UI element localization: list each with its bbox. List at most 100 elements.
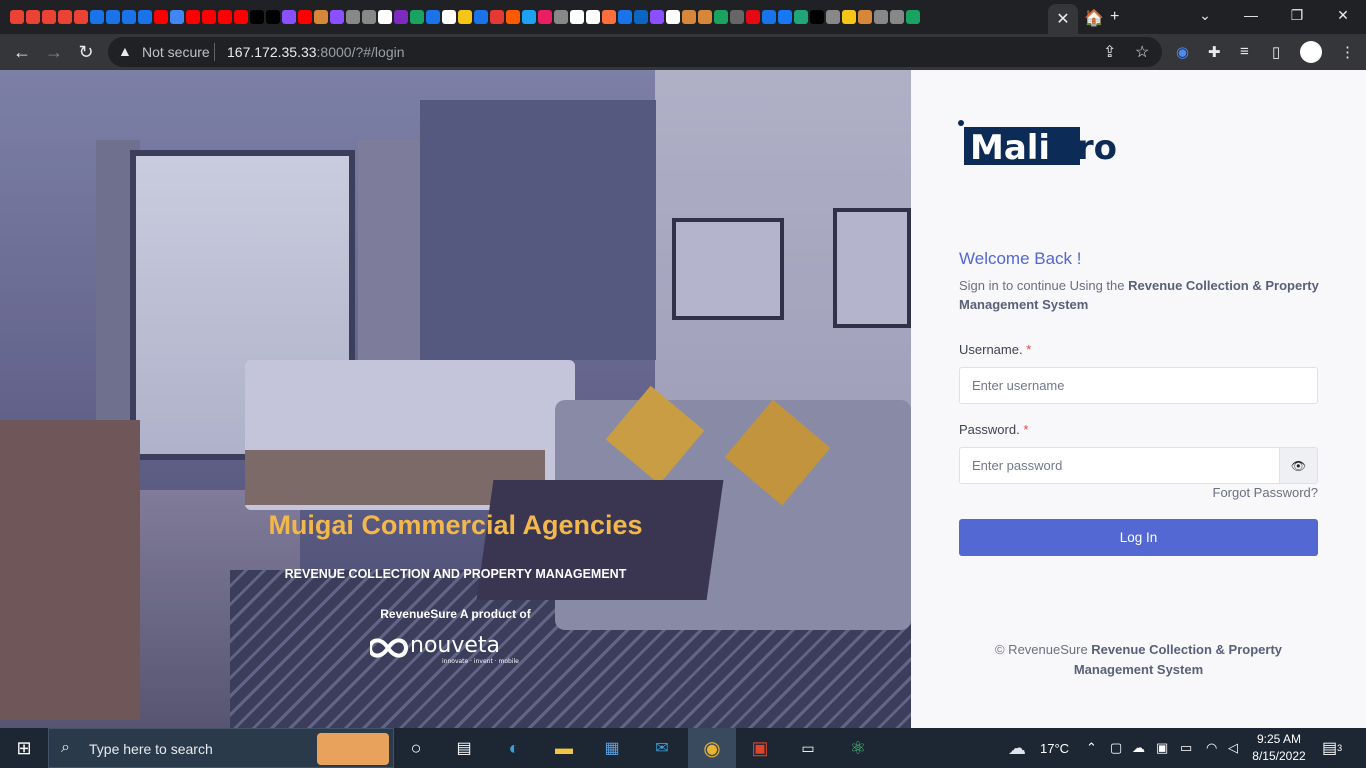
edge-icon[interactable]: ◐ (494, 728, 534, 768)
reload-icon[interactable]: ↻ (74, 40, 98, 64)
widgets-icon[interactable]: ▤ (444, 728, 484, 768)
tab-favicon-icon[interactable] (842, 10, 856, 24)
tab-favicon-icon[interactable] (410, 10, 424, 24)
forgot-password-link[interactable]: Forgot Password? (1161, 485, 1319, 500)
tab-favicon-icon[interactable] (490, 10, 504, 24)
security-label[interactable]: Not secure (142, 44, 210, 60)
tab-favicon-icon[interactable] (538, 10, 552, 24)
tab-favicon-icon[interactable] (58, 10, 72, 24)
tab-favicon-icon[interactable] (650, 10, 664, 24)
tab-favicon-icon[interactable] (122, 10, 136, 24)
tab-favicon-icon[interactable] (602, 10, 616, 24)
tab-favicon-icon[interactable] (106, 10, 120, 24)
tab-favicon-icon[interactable] (362, 10, 376, 24)
password-input[interactable] (959, 447, 1280, 484)
tab-favicon-icon[interactable] (666, 10, 680, 24)
tab-favicon-home-icon[interactable]: 🏠 (1084, 8, 1104, 28)
tab-favicon-icon[interactable] (762, 10, 776, 24)
start-windows-icon[interactable]: ⊞ (0, 728, 48, 768)
tab-favicon-icon[interactable] (442, 10, 456, 24)
profile-avatar[interactable] (1300, 41, 1322, 63)
tab-favicon-icon[interactable] (298, 10, 312, 24)
tab-favicon-icon[interactable] (634, 10, 648, 24)
tab-favicon-icon[interactable] (378, 10, 392, 24)
show-password-eye-icon[interactable]: 👁 (1279, 447, 1318, 484)
display-icon[interactable]: ▣ (1156, 728, 1168, 768)
tab-favicon-icon[interactable] (330, 10, 344, 24)
weather-temp[interactable]: 17°C (1040, 728, 1069, 768)
tab-favicon-icon[interactable] (554, 10, 568, 24)
file-explorer-icon[interactable]: ▬ (544, 728, 584, 768)
tab-favicon-icon[interactable] (874, 10, 888, 24)
notification-icon[interactable]: ▤ 3 (1322, 728, 1342, 768)
tab-favicon-icon[interactable] (154, 10, 168, 24)
tab-favicon-icon[interactable] (186, 10, 200, 24)
hidden-icons-chevron-icon[interactable]: ⌃ (1086, 728, 1097, 768)
minimize-button[interactable]: — (1228, 0, 1274, 30)
tab-favicon-icon[interactable] (282, 10, 296, 24)
tab-favicon-icon[interactable] (170, 10, 184, 24)
tab-favicon-icon[interactable] (234, 10, 248, 24)
tab-favicon-icon[interactable] (394, 10, 408, 24)
url-text[interactable]: 167.172.35.33:8000/?#/login (227, 44, 405, 60)
login-button[interactable]: Log In (959, 519, 1318, 556)
tab-favicon-icon[interactable] (858, 10, 872, 24)
tab-favicon-icon[interactable] (826, 10, 840, 24)
new-tab-button[interactable]: + (1110, 8, 1119, 26)
tab-favicon-icon[interactable] (90, 10, 104, 24)
wifi-icon[interactable]: ◠ (1206, 728, 1217, 768)
system-clock[interactable]: 9:25 AM 8/15/2022 (1250, 731, 1308, 765)
mail-icon[interactable]: ✉ (642, 728, 682, 768)
tab-favicon-icon[interactable] (314, 10, 328, 24)
tray-device-icon[interactable]: ▢ (1110, 728, 1122, 768)
tab-favicon-icon[interactable] (906, 10, 920, 24)
extension-icon[interactable]: ◉ (1176, 43, 1189, 61)
volume-icon[interactable]: ◁ (1228, 728, 1238, 768)
tab-favicon-icon[interactable] (810, 10, 824, 24)
tab-favicon-icon[interactable] (794, 10, 808, 24)
tab-search-icon[interactable]: ⌄ (1182, 0, 1228, 30)
tab-favicon-icon[interactable] (426, 10, 440, 24)
tab-favicon-icon[interactable] (714, 10, 728, 24)
tab-favicon-icon[interactable] (730, 10, 744, 24)
tab-favicon-icon[interactable] (618, 10, 632, 24)
terminal-icon[interactable]: ▭ (788, 728, 828, 768)
close-window-button[interactable]: ✕ (1320, 0, 1366, 30)
tab-favicon-icon[interactable] (698, 10, 712, 24)
share-icon[interactable]: ⇪ (1103, 42, 1116, 62)
tab-favicon-icon[interactable] (138, 10, 152, 24)
tab-favicon-icon[interactable] (746, 10, 760, 24)
task-view-icon[interactable]: ○ (396, 728, 436, 768)
back-icon[interactable]: ← (10, 40, 34, 64)
tab-favicon-icon[interactable] (26, 10, 40, 24)
forward-icon[interactable]: → (42, 40, 66, 64)
tab-favicon-icon[interactable] (202, 10, 216, 24)
active-tab[interactable]: ✕ (1048, 4, 1078, 34)
tab-favicon-icon[interactable] (778, 10, 792, 24)
battery-icon[interactable]: ▭ (1180, 728, 1192, 768)
tab-favicon-icon[interactable] (250, 10, 264, 24)
tab-favicon-icon[interactable] (266, 10, 280, 24)
tab-favicon-icon[interactable] (682, 10, 696, 24)
tab-favicon-icon[interactable] (890, 10, 904, 24)
store-icon[interactable]: ▦ (592, 728, 632, 768)
extensions-puzzle-icon[interactable]: ✚ (1208, 43, 1221, 61)
tab-favicon-icon[interactable] (570, 10, 584, 24)
maximize-button[interactable]: ❐ (1274, 0, 1320, 30)
atom-icon[interactable]: ⚛ (838, 728, 878, 768)
media-control-icon[interactable]: ≡ (1240, 43, 1249, 60)
side-panel-icon[interactable]: ▯ (1272, 43, 1280, 61)
weather-icon[interactable]: ☁ (1008, 728, 1026, 768)
warning-icon[interactable]: ▲ (118, 43, 132, 59)
tab-close-icon[interactable]: ✕ (1056, 9, 1069, 29)
username-input[interactable] (959, 367, 1318, 404)
tab-favicon-icon[interactable] (586, 10, 600, 24)
tab-favicon-icon[interactable] (218, 10, 232, 24)
tab-favicon-icon[interactable] (458, 10, 472, 24)
office-icon[interactable]: ▣ (740, 728, 780, 768)
tab-favicon-icon[interactable] (522, 10, 536, 24)
address-bar[interactable]: ▲ Not secure 167.172.35.33:8000/?#/login… (108, 37, 1162, 67)
chrome-icon[interactable]: ◉ (688, 728, 736, 768)
tab-favicon-icon[interactable] (42, 10, 56, 24)
tab-favicon-icon[interactable] (474, 10, 488, 24)
